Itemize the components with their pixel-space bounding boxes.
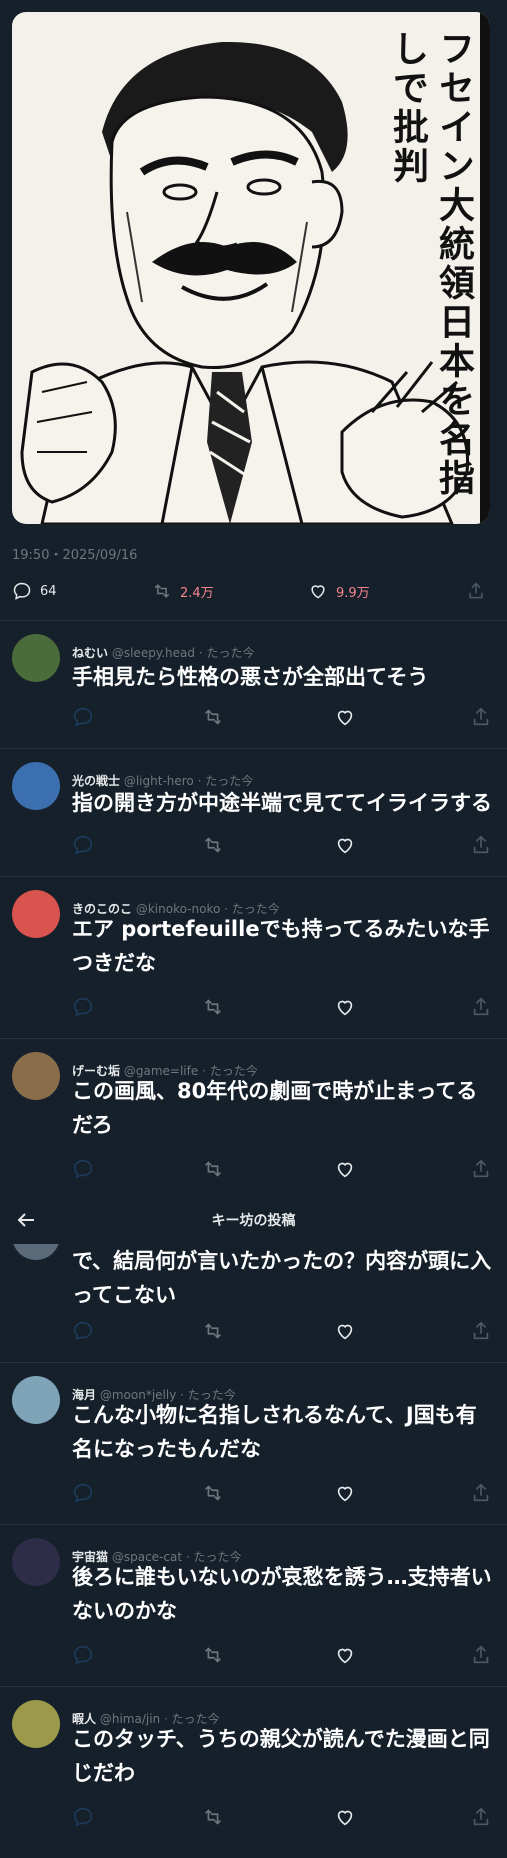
reply-actions xyxy=(72,1806,492,1830)
reply-actions xyxy=(72,706,492,730)
reply-icon[interactable] xyxy=(72,996,94,1018)
reply-author-name[interactable]: ねむい xyxy=(72,646,108,660)
retweet-icon[interactable] xyxy=(202,996,224,1018)
like-count-button[interactable]: 9.9万 xyxy=(308,581,370,601)
reply-count-button[interactable]: 64 xyxy=(12,581,57,601)
retweet-icon[interactable] xyxy=(202,1806,224,1828)
avatar[interactable] xyxy=(12,762,60,810)
like-count: 9.9万 xyxy=(336,585,370,601)
retweet-icon[interactable] xyxy=(202,1158,224,1180)
share-button[interactable] xyxy=(466,581,494,601)
retweet-icon xyxy=(154,584,170,598)
reply-actions xyxy=(72,1158,492,1182)
reply-icon[interactable] xyxy=(72,1320,94,1342)
avatar[interactable] xyxy=(12,634,60,682)
reply-author-handle: @sleepy.head xyxy=(111,646,195,660)
share-icon[interactable] xyxy=(470,996,492,1018)
reply-icon[interactable] xyxy=(72,1158,94,1180)
reply-text: 手相見たら性格の悪さが全部出てそう xyxy=(72,665,429,689)
reply-text: こんな小物に名指しされるなんて、J国も有名になったもんだな xyxy=(72,1403,477,1461)
post-timestamp: 19:50・2025/09/16 xyxy=(12,548,138,563)
heart-icon[interactable] xyxy=(334,996,356,1018)
reply-icon[interactable] xyxy=(72,1806,94,1828)
heart-icon[interactable] xyxy=(334,1158,356,1180)
share-icon[interactable] xyxy=(470,834,492,856)
reply-icon[interactable] xyxy=(72,706,94,728)
top-bar: キー坊の投稿 xyxy=(0,1196,507,1244)
heart-icon[interactable] xyxy=(334,1644,356,1666)
reply-text: 後ろに誰もいないのが哀愁を誘う…支持者いないのかな xyxy=(72,1565,492,1623)
share-icon[interactable] xyxy=(470,706,492,728)
reply-icon[interactable] xyxy=(72,834,94,856)
share-icon[interactable] xyxy=(470,1320,492,1342)
divider xyxy=(0,1686,507,1687)
retweet-icon[interactable] xyxy=(202,1482,224,1504)
image-caption: フセイン大統領日本を名指しで批判 xyxy=(387,30,474,498)
heart-icon[interactable] xyxy=(334,1806,356,1828)
reply-icon[interactable] xyxy=(72,1482,94,1504)
reply-count: 64 xyxy=(40,583,57,599)
reply-actions xyxy=(72,1320,492,1344)
retweet-icon[interactable] xyxy=(202,706,224,728)
reply-actions xyxy=(72,1482,492,1506)
reply-text: エア portefeuilleでも持ってるみたいな手つきだな xyxy=(72,917,490,975)
retweet-count: 2.4万 xyxy=(180,585,214,601)
reply-header: ねむい @sleepy.head · たった今 xyxy=(72,644,254,661)
reply-actions xyxy=(72,1644,492,1668)
share-icon[interactable] xyxy=(470,1806,492,1828)
avatar[interactable] xyxy=(12,890,60,938)
divider xyxy=(0,620,507,621)
reply-time: · たった今 xyxy=(198,646,255,660)
post-stats: 64 2.4万 9.9万 xyxy=(12,578,494,604)
avatar[interactable] xyxy=(12,1538,60,1586)
divider xyxy=(0,876,507,877)
divider xyxy=(0,1362,507,1363)
share-icon[interactable] xyxy=(470,1482,492,1504)
avatar[interactable] xyxy=(12,1052,60,1100)
avatar[interactable] xyxy=(12,1376,60,1424)
reply-text: この画風、80年代の劇画で時が止まってるだろ xyxy=(72,1079,478,1137)
heart-icon[interactable] xyxy=(334,706,356,728)
divider xyxy=(0,748,507,749)
retweet-icon[interactable] xyxy=(202,1320,224,1342)
reply-icon xyxy=(13,582,31,600)
retweet-icon[interactable] xyxy=(202,834,224,856)
heart-icon[interactable] xyxy=(334,1320,356,1342)
reply-text: で、結局何が言いたかったの？内容が頭に入ってこない xyxy=(72,1249,492,1307)
retweet-count-button[interactable]: 2.4万 xyxy=(152,581,214,601)
reply-actions xyxy=(72,996,492,1020)
retweet-icon[interactable] xyxy=(202,1644,224,1666)
divider xyxy=(0,1524,507,1525)
reply-actions xyxy=(72,834,492,858)
page-title: キー坊の投稿 xyxy=(211,1213,296,1229)
share-icon xyxy=(469,582,483,599)
heart-icon xyxy=(311,585,325,599)
divider xyxy=(0,1038,507,1039)
reply-icon[interactable] xyxy=(72,1644,94,1666)
share-icon[interactable] xyxy=(470,1644,492,1666)
share-icon[interactable] xyxy=(470,1158,492,1180)
heart-icon[interactable] xyxy=(334,1482,356,1504)
reply-text: このタッチ、うちの親父が読んでた漫画と同じだわ xyxy=(72,1727,490,1785)
reply-text: 指の開き方が中途半端で見ててイライラする xyxy=(72,791,492,815)
avatar[interactable] xyxy=(12,1700,60,1748)
heart-icon[interactable] xyxy=(334,834,356,856)
post-image[interactable]: フセイン大統領日本を名指しで批判 xyxy=(12,12,490,524)
